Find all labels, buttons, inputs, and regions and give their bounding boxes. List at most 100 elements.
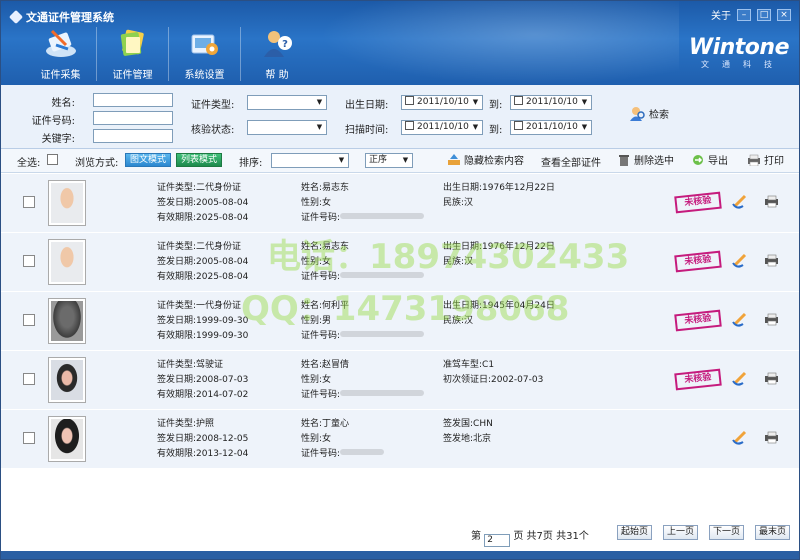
verify-icon[interactable] <box>731 369 749 387</box>
status-stamp: 未核验 <box>674 191 722 214</box>
page-number-input[interactable]: 2 <box>484 534 511 547</box>
app-window: 文通证件管理系统 关于 – □ × 证件采集 证件管理 系统设置 ? 帮 助 W… <box>0 0 800 560</box>
search-icon <box>630 107 645 121</box>
record-row[interactable]: 证件类型:二代身份证 签发日期:2005-08-04 有效期限:2025-08-… <box>1 174 799 233</box>
type-select[interactable]: ▼ <box>247 95 327 110</box>
record-row[interactable]: 证件类型:护照 签发日期:2008-12-05 有效期限:2013-12-04 … <box>1 410 799 469</box>
birth-from-checkbox[interactable] <box>405 96 414 105</box>
verify-icon[interactable] <box>731 192 749 210</box>
dropdown-arrow-icon: ▼ <box>581 98 588 106</box>
to-label: 到: <box>489 100 503 111</box>
verify-icon[interactable] <box>731 251 749 269</box>
order-select[interactable]: 正序 ▼ <box>365 153 413 168</box>
redacted-id <box>340 449 385 455</box>
header-bar: 文通证件管理系统 关于 – □ × 证件采集 证件管理 系统设置 ? 帮 助 W… <box>1 1 799 85</box>
minimize-icon[interactable]: – <box>737 8 751 21</box>
settings-icon <box>191 34 218 55</box>
record-row[interactable]: 证件类型:驾驶证 签发日期:2008-07-03 有效期限:2014-07-02… <box>1 351 799 410</box>
record-row[interactable]: 证件类型:一代身份证 签发日期:1999-09-30 有效期限:1999-09-… <box>1 292 799 351</box>
birth-to-date[interactable]: 2011/10/10 ▼ <box>510 95 592 110</box>
view-all-button[interactable]: 查看全部证件 <box>541 154 601 169</box>
id-photo <box>48 180 86 226</box>
redacted-id <box>340 331 425 337</box>
upload-icon <box>448 154 460 165</box>
first-page-button[interactable]: 起始页 <box>617 525 653 540</box>
hide-search-button[interactable]: 隐藏检索内容 <box>447 152 524 167</box>
dropdown-arrow-icon: ▼ <box>316 123 323 131</box>
window-title: 文通证件管理系统 <box>8 9 114 25</box>
sort-label: 排序: <box>239 158 263 169</box>
main-toolbar: 证件采集 证件管理 系统设置 ? 帮 助 <box>25 27 313 81</box>
birth-label: 出生日期: <box>345 100 389 111</box>
svg-text:?: ? <box>282 39 288 50</box>
sort-select[interactable]: ▼ <box>271 153 349 168</box>
printer-icon[interactable] <box>763 428 781 446</box>
status-stamp: 未核验 <box>674 368 722 391</box>
tool-settings[interactable]: 系统设置 <box>169 27 241 81</box>
tool-help[interactable]: ? 帮 助 <box>241 27 313 81</box>
maximize-icon[interactable]: □ <box>757 8 771 21</box>
delete-selected-button[interactable]: 删除选中 <box>617 152 674 167</box>
pagination: 第 2 页 共7页 共31个 起始页 上一页 下一页 最末页 <box>1 518 799 548</box>
name-input[interactable] <box>93 93 173 107</box>
row-checkbox[interactable] <box>23 196 35 208</box>
list-mode-button[interactable]: 列表模式 <box>176 153 223 167</box>
documents-icon <box>120 29 144 56</box>
printer-icon[interactable] <box>763 369 781 387</box>
name-label: 姓名: <box>51 98 75 109</box>
print-button[interactable]: 打印 <box>747 152 784 167</box>
id-photo <box>48 357 86 403</box>
prev-page-button[interactable]: 上一页 <box>663 525 699 540</box>
scan-from-date[interactable]: 2011/10/10 ▼ <box>401 120 483 135</box>
select-all-label: 全选: <box>17 158 41 169</box>
dropdown-arrow-icon: ▼ <box>316 98 323 106</box>
verify-icon[interactable] <box>731 310 749 328</box>
birth-to-checkbox[interactable] <box>514 96 523 105</box>
verify-select[interactable]: ▼ <box>247 120 327 135</box>
redacted-id <box>340 390 425 396</box>
idno-input[interactable] <box>93 111 173 125</box>
next-page-button[interactable]: 下一页 <box>709 525 745 540</box>
status-bar <box>1 551 799 559</box>
scan-to-checkbox[interactable] <box>514 121 523 130</box>
select-all-checkbox[interactable] <box>47 154 58 165</box>
scan-label: 扫描时间: <box>345 125 389 136</box>
app-icon <box>8 9 24 25</box>
row-checkbox[interactable] <box>23 255 35 267</box>
tool-manage[interactable]: 证件管理 <box>97 27 169 81</box>
trash-icon <box>619 155 629 166</box>
printer-icon[interactable] <box>763 251 781 269</box>
search-button[interactable]: 检索 <box>627 105 669 121</box>
dropdown-arrow-icon: ▼ <box>338 156 345 164</box>
id-photo <box>48 298 86 344</box>
printer-icon[interactable] <box>763 192 781 210</box>
scanner-icon <box>45 29 76 57</box>
scan-from-checkbox[interactable] <box>405 121 414 130</box>
export-button[interactable]: 导出 <box>691 152 728 167</box>
brand-logo: Wintone <box>688 35 790 60</box>
scan-to-date[interactable]: 2011/10/10 ▼ <box>510 120 592 135</box>
row-checkbox[interactable] <box>23 432 35 444</box>
tool-capture[interactable]: 证件采集 <box>25 27 97 81</box>
about-link[interactable]: 关于 <box>711 7 731 22</box>
image-mode-button[interactable]: 图文模式 <box>125 153 172 167</box>
verify-icon[interactable] <box>731 428 749 446</box>
idno-label: 证件号码: <box>31 116 75 127</box>
printer-icon <box>748 154 760 166</box>
keyword-input[interactable] <box>93 129 173 143</box>
birth-from-date[interactable]: 2011/10/10 ▼ <box>401 95 483 110</box>
id-photo <box>48 416 86 462</box>
list-toolbar: 全选: 浏览方式: 图文模式 列表模式 排序: ▼ 正序 ▼ 隐藏检索内容 查看全… <box>1 149 799 173</box>
last-page-button[interactable]: 最末页 <box>755 525 791 540</box>
printer-icon[interactable] <box>763 310 781 328</box>
help-user-icon: ? <box>264 31 292 57</box>
close-icon[interactable]: × <box>777 8 791 21</box>
record-row[interactable]: 证件类型:二代身份证 签发日期:2005-08-04 有效期限:2025-08-… <box>1 233 799 292</box>
status-stamp: 未核验 <box>674 309 722 332</box>
brand-subtitle: 文通科技 <box>701 60 785 69</box>
row-checkbox[interactable] <box>23 314 35 326</box>
id-photo <box>48 239 86 285</box>
row-checkbox[interactable] <box>23 373 35 385</box>
dropdown-arrow-icon: ▼ <box>472 123 479 131</box>
redacted-id <box>340 213 425 219</box>
